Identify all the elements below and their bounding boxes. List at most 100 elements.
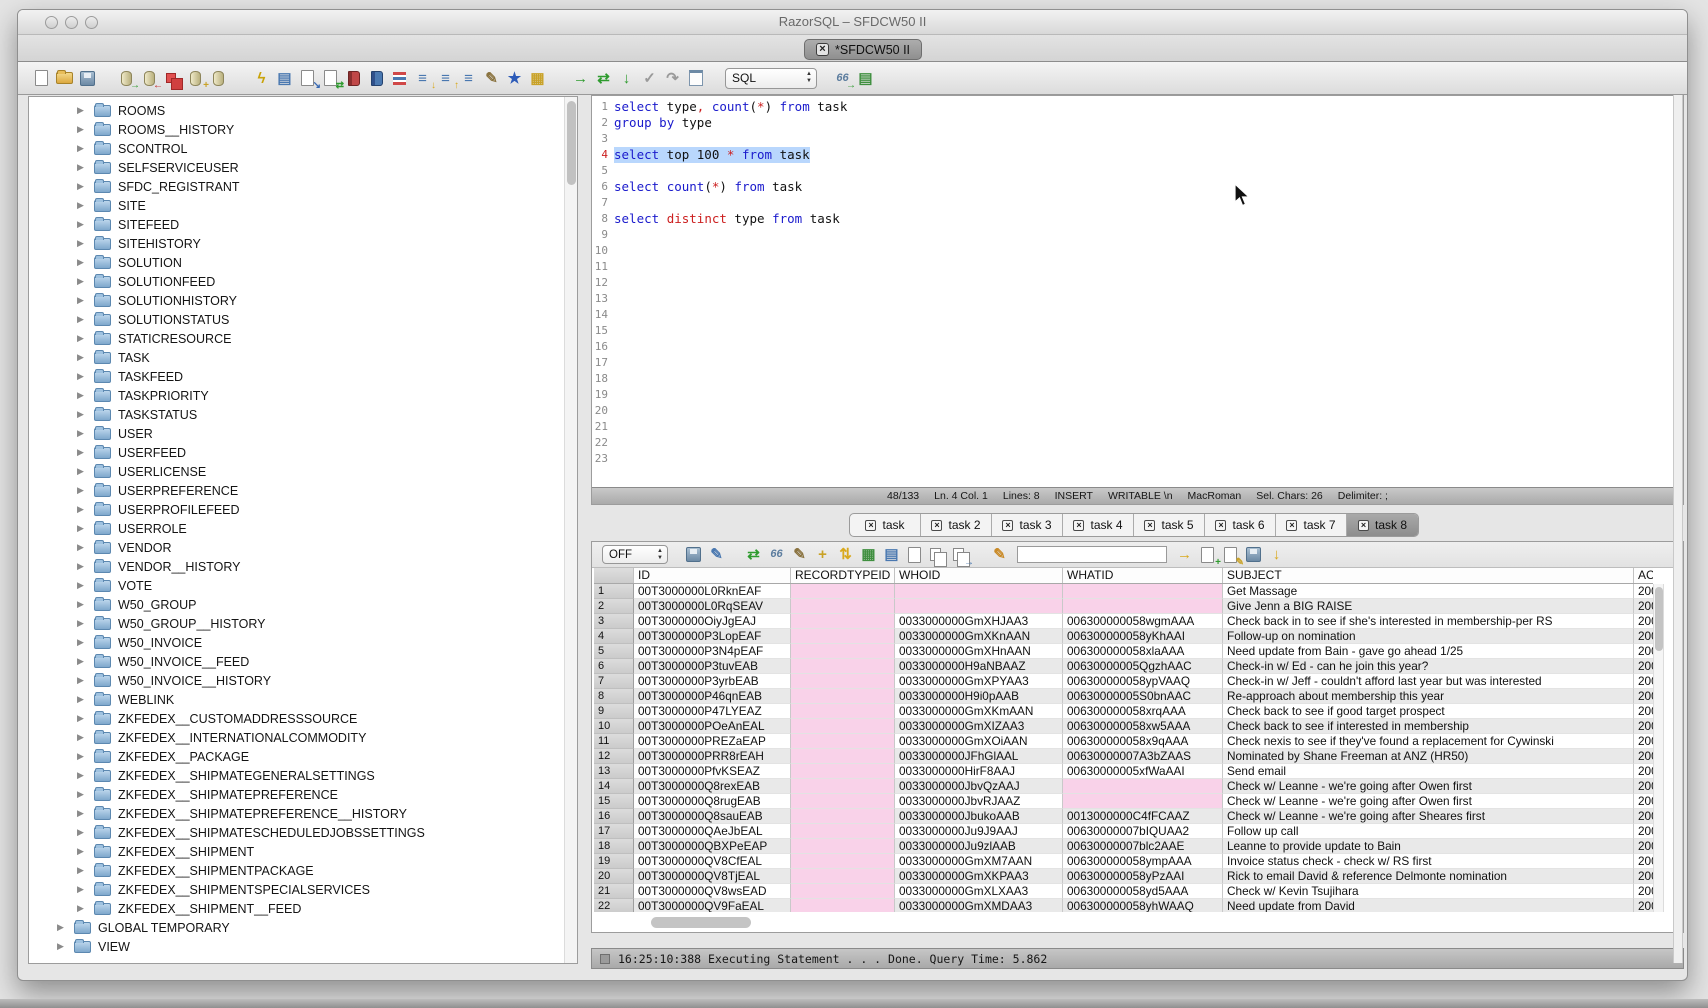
cell-num[interactable]: 6	[594, 659, 634, 674]
new-document-icon[interactable]	[31, 67, 52, 89]
disclosure-triangle-icon[interactable]: ▶	[77, 390, 87, 401]
cell-recordtypeid[interactable]	[791, 599, 895, 614]
cell-whoid[interactable]: 0033000000JFhGlAAL	[895, 749, 1063, 764]
disclosure-triangle-icon[interactable]: ▶	[77, 143, 87, 154]
cell-whatid[interactable]	[1063, 584, 1223, 599]
grid-options-icon[interactable]: ▤	[881, 544, 902, 566]
cell-subject[interactable]: Get Massage	[1223, 584, 1634, 599]
tree-item-sitehistory[interactable]: ▶SITEHISTORY	[29, 234, 577, 253]
refresh-pages-icon[interactable]: ⇄	[320, 67, 341, 89]
tree-item-taskfeed[interactable]: ▶TASKFEED	[29, 367, 577, 386]
copy-table-icon[interactable]	[162, 67, 183, 89]
disclosure-triangle-icon[interactable]: ▶	[77, 219, 87, 230]
column-header-id[interactable]: ID	[634, 568, 791, 583]
tree-item-userfeed[interactable]: ▶USERFEED	[29, 443, 577, 462]
title-bar[interactable]: RazorSQL – SFDCW50 II	[18, 10, 1687, 35]
cell-whoid[interactable]	[895, 599, 1063, 614]
disclosure-triangle-icon[interactable]: ▶	[77, 371, 87, 382]
tree-item-w50-invoice-feed[interactable]: ▶W50_INVOICE__FEED	[29, 652, 577, 671]
table-row[interactable]: 1300T3000000PfvKSEAZ0033000000HirF8AAJ00…	[594, 764, 1653, 779]
result-tab-task-6[interactable]: ×task 6	[1205, 514, 1276, 536]
table-row[interactable]: 500T3000000P3N4pEAF0033000000GmXHnAAN006…	[594, 644, 1653, 659]
column-header-whatid[interactable]: WHATID	[1063, 568, 1223, 583]
cell-recordtypeid[interactable]	[791, 584, 895, 599]
tree-item-userlicense[interactable]: ▶USERLICENSE	[29, 462, 577, 481]
cell-id[interactable]: 00T3000000POeAnEAL	[634, 719, 791, 734]
disclosure-triangle-icon[interactable]: ▶	[77, 827, 87, 838]
tree-item-selfserviceuser[interactable]: ▶SELFSERVICEUSER	[29, 158, 577, 177]
editor-line[interactable]: 18	[592, 371, 1683, 387]
cell-ac[interactable]: 200	[1634, 734, 1653, 749]
cell-whoid[interactable]: 0033000000JbvQzAAJ	[895, 779, 1063, 794]
align-lines-icon[interactable]: ≡	[458, 67, 479, 89]
cell-num[interactable]: 10	[594, 719, 634, 734]
cell-subject[interactable]: Check-in w/ Jeff - couldn't afford last …	[1223, 674, 1634, 689]
download-results-icon[interactable]: ↓	[1266, 544, 1287, 566]
result-tab-task-8[interactable]: ×task 8	[1347, 514, 1418, 536]
tree-item-vendor[interactable]: ▶VENDOR	[29, 538, 577, 557]
help-book-icon[interactable]	[366, 67, 387, 89]
tree-item-zkfedex-shipmentspecialservices[interactable]: ▶ZKFEDEX__SHIPMENTSPECIALSERVICES	[29, 880, 577, 899]
cell-id[interactable]: 00T3000000P46qnEAB	[634, 689, 791, 704]
save-results-icon[interactable]	[683, 544, 704, 566]
cell-subject[interactable]: Check back to see if good target prospec…	[1223, 704, 1634, 719]
cell-ac[interactable]: 200	[1634, 794, 1653, 809]
editor-line[interactable]: 15	[592, 323, 1683, 339]
limit-select[interactable]: OFF ▲▼	[602, 545, 668, 564]
cell-whoid[interactable]: 0033000000GmXLXAA3	[895, 884, 1063, 899]
format-sql-alt-icon[interactable]: ≡↑	[435, 67, 456, 89]
cell-ac[interactable]: 200	[1634, 839, 1653, 854]
cell-recordtypeid[interactable]	[791, 899, 895, 912]
table-row[interactable]: 2100T3000000QV8wsEAD0033000000GmXLXAA300…	[594, 884, 1653, 899]
table-row[interactable]: 1700T3000000QAeJbEAL0033000000Ju9J9AAJ00…	[594, 824, 1653, 839]
disclosure-triangle-icon[interactable]: ▶	[77, 656, 87, 667]
disclosure-triangle-icon[interactable]: ▶	[57, 922, 67, 933]
connect-database-icon[interactable]: →	[116, 67, 137, 89]
result-tab-task[interactable]: ×task	[850, 514, 921, 536]
close-tab-icon[interactable]: ×	[1002, 520, 1013, 531]
cell-recordtypeid[interactable]	[791, 629, 895, 644]
cell-id[interactable]: 00T3000000L0RknEAF	[634, 584, 791, 599]
table-row[interactable]: 1200T3000000PRR8rEAH0033000000JFhGlAAL00…	[594, 749, 1653, 764]
cell-num[interactable]: 1	[594, 584, 634, 599]
cell-id[interactable]: 00T3000000QV9FaEAL	[634, 899, 791, 912]
disclosure-triangle-icon[interactable]: ▶	[77, 200, 87, 211]
reference-book-icon[interactable]	[343, 67, 364, 89]
cell-whatid[interactable]	[1063, 794, 1223, 809]
disclosure-triangle-icon[interactable]: ▶	[77, 523, 87, 534]
disclosure-triangle-icon[interactable]: ▶	[77, 675, 87, 686]
table-row[interactable]: 2200T3000000QV9FaEAL0033000000GmXMDAA300…	[594, 899, 1653, 912]
tree-item-taskpriority[interactable]: ▶TASKPRIORITY	[29, 386, 577, 405]
disclosure-triangle-icon[interactable]: ▶	[77, 162, 87, 173]
disclosure-triangle-icon[interactable]: ▶	[77, 314, 87, 325]
cell-whoid[interactable]: 0033000000GmXKnAAN	[895, 629, 1063, 644]
editor-line[interactable]: 21	[592, 419, 1683, 435]
disclosure-triangle-icon[interactable]: ▶	[77, 751, 87, 762]
editor-line[interactable]: 22	[592, 435, 1683, 451]
cell-recordtypeid[interactable]	[791, 719, 895, 734]
execute-sql-icon[interactable]: →	[570, 67, 591, 89]
edit-table-icon[interactable]: ▦	[527, 67, 548, 89]
cell-ac[interactable]: 200	[1634, 614, 1653, 629]
form-view-icon[interactable]	[904, 544, 925, 566]
disclosure-triangle-icon[interactable]: ▶	[77, 257, 87, 268]
tree-item-userrole[interactable]: ▶USERROLE	[29, 519, 577, 538]
editor-line[interactable]: 17	[592, 355, 1683, 371]
disclosure-triangle-icon[interactable]: ▶	[77, 485, 87, 496]
cell-recordtypeid[interactable]	[791, 884, 895, 899]
cell-whoid[interactable]: 0033000000Ju9J9AAJ	[895, 824, 1063, 839]
cell-subject[interactable]: Check w/ Leanne - we're going after Owen…	[1223, 794, 1634, 809]
editor-line[interactable]: 13	[592, 291, 1683, 307]
cell-id[interactable]: 00T3000000QV8TjEAL	[634, 869, 791, 884]
editor-line[interactable]: 2group by type	[592, 115, 1683, 131]
tree-item-w50-group[interactable]: ▶W50_GROUP	[29, 595, 577, 614]
close-tab-icon[interactable]: ×	[1358, 520, 1369, 531]
cell-recordtypeid[interactable]	[791, 869, 895, 884]
close-tab-icon[interactable]: ×	[865, 520, 876, 531]
disclosure-triangle-icon[interactable]: ▶	[77, 561, 87, 572]
column-header-num[interactable]	[594, 568, 634, 583]
cell-whoid[interactable]: 0033000000GmXPYAA3	[895, 674, 1063, 689]
cell-whoid[interactable]: 0033000000GmXHJAA3	[895, 614, 1063, 629]
cell-whatid[interactable]: 00630000005S0bnAAC	[1063, 689, 1223, 704]
table-row[interactable]: 700T3000000P3yrbEAB0033000000GmXPYAA3006…	[594, 674, 1653, 689]
